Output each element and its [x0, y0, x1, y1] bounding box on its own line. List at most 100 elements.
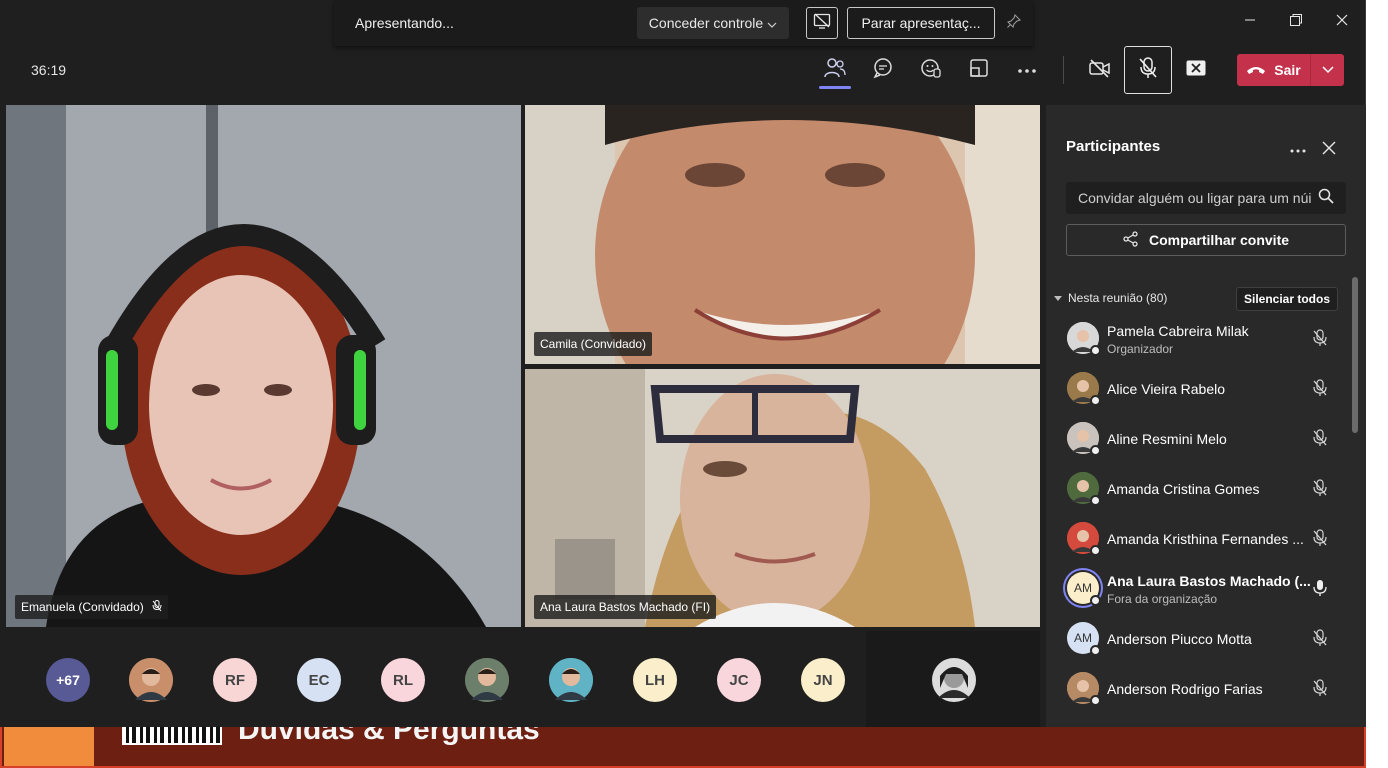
participant-avatar-photo[interactable]: [129, 658, 173, 702]
mic-off-icon: [1137, 56, 1159, 85]
camera-off-icon: [1088, 58, 1112, 83]
leave-button[interactable]: Sair: [1237, 54, 1310, 86]
chat-icon: [872, 57, 894, 84]
chevron-down-icon: [1321, 61, 1334, 79]
participant-avatar[interactable]: JC: [717, 658, 761, 702]
participant-avatar-photo[interactable]: [465, 658, 509, 702]
participant-name: Anderson Piucco Motta: [1107, 631, 1252, 647]
participants-panel: Participantes Compartilhar convite: [1046, 105, 1366, 727]
participant-row[interactable]: Anderson Rodrigo Farias: [1046, 665, 1352, 715]
participant-role: Organizador: [1107, 342, 1174, 356]
invite-search-input[interactable]: [1078, 190, 1318, 206]
meeting-timer: 36:19: [31, 62, 67, 78]
close-window-icon[interactable]: [1319, 0, 1365, 40]
window-controls: [1227, 0, 1365, 40]
mic-off-icon[interactable]: [1311, 378, 1329, 398]
active-tab-indicator: [819, 86, 851, 89]
slide-accent-block: [4, 727, 94, 766]
stop-presenting-button[interactable]: Parar apresentaç...: [847, 7, 995, 39]
qr-code-image: [122, 727, 222, 745]
people-icon: [823, 57, 847, 84]
slide-title: Dúvidas & Perguntas: [238, 727, 540, 746]
presence-status-icon: [1090, 395, 1101, 406]
section-label: Nesta reunião (80): [1068, 291, 1168, 305]
presence-status-icon: [1090, 345, 1101, 356]
mic-off-icon[interactable]: [1311, 678, 1329, 698]
participant-role: Fora da organização: [1107, 592, 1218, 606]
participant-row[interactable]: AM Ana Laura Bastos Machado (... Fora da o…: [1046, 565, 1352, 615]
participant-avatar[interactable]: JN: [801, 658, 845, 702]
participant-name: Amanda Cristina Gomes: [1107, 481, 1260, 497]
participant-avatar-photo[interactable]: [549, 658, 593, 702]
teams-meeting-window: 36:19 Sair Emanuela (Convidado) Camila (…: [0, 0, 1366, 768]
mic-off-icon[interactable]: [1311, 478, 1329, 498]
chat-button[interactable]: [866, 54, 900, 86]
participant-avatar[interactable]: RL: [381, 658, 425, 702]
leave-label: Sair: [1274, 62, 1301, 78]
restore-icon[interactable]: [1273, 0, 1319, 40]
participant-row[interactable]: Aline Resmini Melo: [1046, 415, 1352, 465]
participant-name: Ana Laura Bastos Machado (FI): [540, 600, 711, 614]
close-icon: [1322, 141, 1336, 160]
mic-icon[interactable]: [1311, 578, 1329, 598]
video-tile-ana-laura[interactable]: Ana Laura Bastos Machado (FI): [525, 369, 1040, 627]
stop-share-icon-button[interactable]: [806, 7, 838, 39]
shared-screen-content: Dúvidas & Perguntas: [0, 727, 1366, 768]
participant-video-feed: [525, 105, 1040, 364]
participant-avatar[interactable]: RF: [213, 658, 257, 702]
search-icon[interactable]: [1318, 188, 1334, 209]
video-tile-emanuela[interactable]: Emanuela (Convidado): [6, 105, 521, 627]
mute-all-button[interactable]: Silenciar todos: [1236, 287, 1338, 311]
presence-status-icon: [1090, 595, 1101, 606]
participant-name: Alice Vieira Rabelo: [1107, 381, 1226, 397]
panel-more-button[interactable]: [1288, 141, 1308, 157]
reactions-button[interactable]: [914, 54, 948, 86]
participant-avatar[interactable]: EC: [297, 658, 341, 702]
overflow-participants-button[interactable]: +67: [46, 658, 90, 702]
mic-off-icon[interactable]: [1311, 428, 1329, 448]
pin-toolbar-button[interactable]: [1005, 13, 1023, 32]
share-invite-label: Compartilhar convite: [1148, 232, 1290, 248]
presence-status-icon: [1090, 545, 1101, 556]
participant-row[interactable]: Amanda Kristhina Fernandes ...: [1046, 515, 1352, 565]
share-invite-button[interactable]: Compartilhar convite: [1066, 224, 1346, 256]
stop-sharing-tray-button[interactable]: [1179, 54, 1213, 86]
screen-share-off-icon: [813, 12, 831, 34]
mic-off-icon[interactable]: [1311, 328, 1329, 348]
mic-off-icon[interactable]: [1311, 628, 1329, 648]
panel-close-button[interactable]: [1320, 141, 1338, 159]
participant-row[interactable]: Alice Vieira Rabelo: [1046, 365, 1352, 415]
avatar-photo: [129, 658, 173, 702]
mic-off-icon[interactable]: [1311, 528, 1329, 548]
share-close-icon: [1186, 60, 1206, 81]
participant-row[interactable]: Pamela Cabreira Milak Organizador: [1046, 315, 1352, 365]
more-actions-button[interactable]: [1010, 54, 1044, 86]
participant-avatar[interactable]: LH: [633, 658, 677, 702]
camera-toggle-button[interactable]: [1083, 54, 1117, 86]
presence-status-icon: [1090, 445, 1101, 456]
hang-up-icon: [1246, 62, 1266, 78]
video-tile-camila[interactable]: Camila (Convidado): [525, 105, 1040, 364]
caret-down-icon: [1054, 291, 1062, 305]
avatar-photo: [465, 658, 509, 702]
participant-name: Anderson Rodrigo Farias: [1107, 681, 1263, 697]
rooms-button[interactable]: [962, 54, 996, 86]
participant-row[interactable]: AM Anderson Piucco Motta: [1046, 615, 1352, 665]
give-control-dropdown[interactable]: Conceder controle: [637, 7, 789, 39]
presenting-label: Apresentando...: [355, 15, 454, 31]
mic-toggle-button[interactable]: [1124, 46, 1172, 94]
participants-button[interactable]: [818, 54, 852, 86]
chevron-down-icon: [767, 15, 777, 31]
more-icon: [1017, 61, 1037, 79]
give-control-label: Conceder controle: [648, 15, 764, 31]
leave-options-button[interactable]: [1311, 54, 1344, 86]
participant-name: Camila (Convidado): [540, 337, 647, 351]
participant-row[interactable]: Amanda Cristina Gomes: [1046, 465, 1352, 515]
minimize-icon[interactable]: [1227, 0, 1273, 40]
leave-button-group: Sair: [1237, 54, 1344, 86]
presenting-bar: Apresentando... Conceder controle Parar …: [334, 0, 1033, 46]
self-avatar[interactable]: [932, 658, 976, 702]
in-meeting-section-toggle[interactable]: Nesta reunião (80): [1054, 291, 1167, 305]
panel-scrollbar[interactable]: [1352, 277, 1358, 433]
participant-name: Aline Resmini Melo: [1107, 431, 1227, 447]
